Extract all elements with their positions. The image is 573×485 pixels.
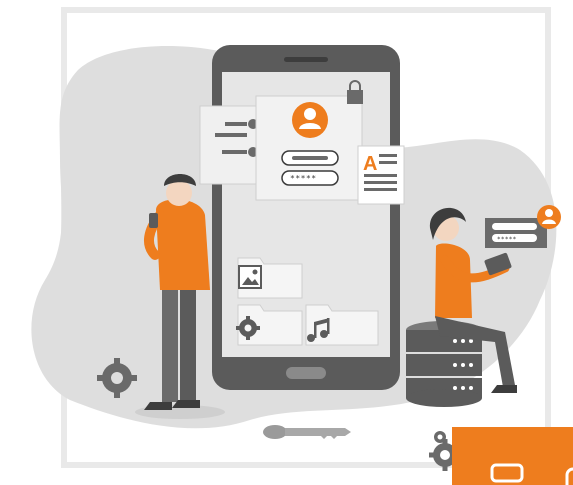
orange-overlay-panel: [452, 427, 573, 485]
folder-settings: [236, 304, 303, 346]
password-mask: *****: [290, 174, 317, 183]
tablet-password-mask: *****: [497, 236, 517, 243]
folder-music: [305, 304, 379, 346]
document-icon: A: [357, 145, 405, 205]
document-letter: A: [363, 153, 377, 175]
form-card-back: [199, 105, 263, 185]
security-illustration: ***** A *****: [31, 7, 573, 485]
folder-image: [237, 257, 303, 299]
gear-icon-small: [434, 431, 446, 443]
phone-in-hand-icon: [149, 213, 158, 228]
login-card: *****: [255, 95, 363, 201]
